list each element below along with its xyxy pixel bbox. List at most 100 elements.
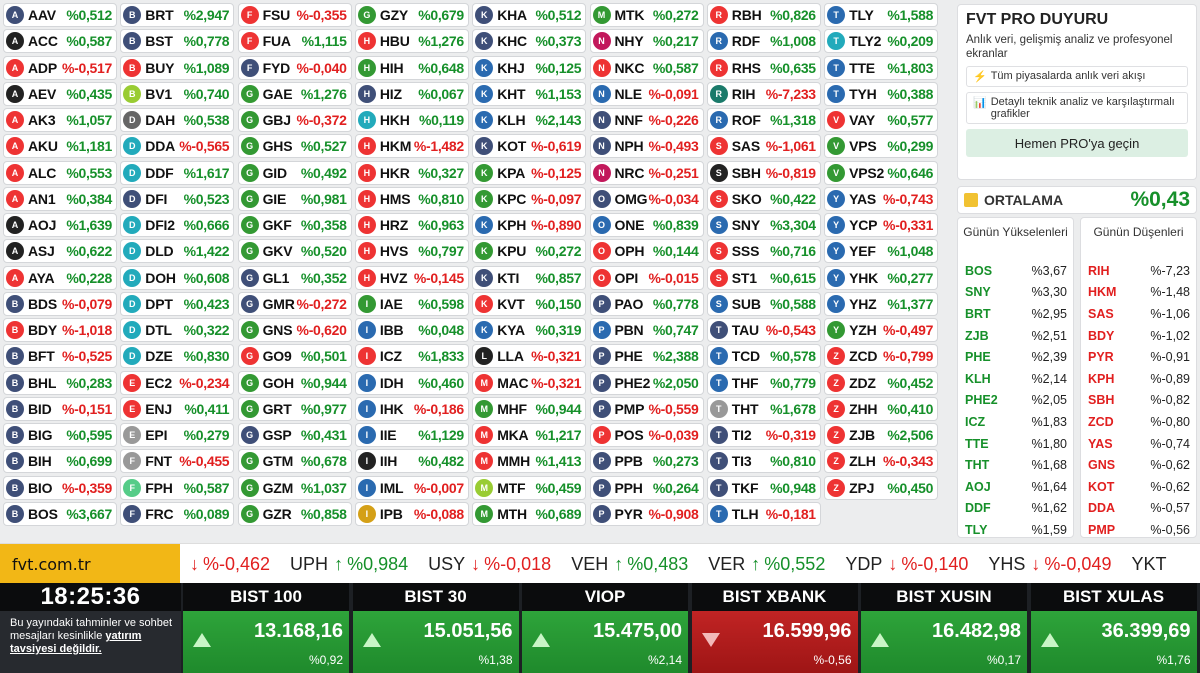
fund-cell-kpc[interactable]: K KPC %-0,097 — [472, 186, 587, 211]
fund-cell-ipb[interactable]: I IPB %-0,088 — [354, 501, 469, 526]
fund-cell-phe2[interactable]: P PHE2 %2,050 — [589, 370, 704, 395]
index-bist-30[interactable]: BIST 30 15.051,56 %1,38 — [352, 583, 519, 673]
fund-cell-ak3[interactable]: A AK3 %1,057 — [3, 108, 117, 132]
fund-cell-vay[interactable]: V VAY %0,577 — [824, 108, 939, 132]
fund-cell-ibb[interactable]: I IBB %0,048 — [354, 318, 469, 342]
fund-cell-yas[interactable]: Y YAS %-0,743 — [824, 186, 939, 211]
fund-cell-bft[interactable]: B BFT %-0,525 — [3, 344, 117, 369]
fund-cell-tcd[interactable]: T TCD %0,578 — [706, 344, 821, 369]
fund-cell-brt[interactable]: B BRT %2,947 — [120, 3, 235, 27]
fund-cell-gsp[interactable]: G GSP %0,431 — [237, 423, 352, 447]
fund-cell-gtm[interactable]: G GTM %0,678 — [237, 449, 352, 474]
fund-cell-aoj[interactable]: A AOJ %1,639 — [3, 213, 117, 237]
fund-cell-yhk[interactable]: Y YHK %0,277 — [824, 265, 939, 290]
fund-cell-gkv[interactable]: G GKV %0,520 — [237, 239, 352, 264]
fund-cell-zdz[interactable]: Z ZDZ %0,452 — [824, 370, 939, 395]
fund-cell-zjb[interactable]: Z ZJB %2,506 — [824, 423, 939, 447]
fund-cell-goh[interactable]: G GOH %0,944 — [237, 370, 352, 395]
index-viop[interactable]: VIOP 15.475,00 %2,14 — [522, 583, 688, 673]
fund-cell-aav[interactable]: A AAV %0,512 — [3, 3, 117, 27]
fund-cell-gmr[interactable]: G GMR %-0,272 — [237, 291, 352, 316]
mover-row[interactable]: YAS %-0,74 — [1081, 433, 1196, 455]
fund-cell-fnt[interactable]: F FNT %-0,455 — [120, 449, 235, 474]
fund-cell-yef[interactable]: Y YEF %1,048 — [824, 239, 939, 264]
fund-cell-fyd[interactable]: F FYD %-0,040 — [237, 55, 352, 80]
mover-row[interactable]: BDY %-1,02 — [1081, 325, 1196, 347]
fund-cell-gkf[interactable]: G GKF %0,358 — [237, 213, 352, 237]
fund-cell-sss[interactable]: S SSS %0,716 — [706, 239, 821, 264]
fund-cell-bio[interactable]: B BIO %-0,359 — [3, 475, 117, 500]
fund-cell-iml[interactable]: I IML %-0,007 — [354, 475, 469, 500]
mover-row[interactable]: PYR %-0,91 — [1081, 346, 1196, 368]
fund-cell-zlh[interactable]: Z ZLH %-0,343 — [824, 449, 939, 474]
fund-cell-gzy[interactable]: G GZY %0,679 — [354, 3, 469, 27]
fund-cell-hbu[interactable]: H HBU %1,276 — [354, 29, 469, 54]
mover-row[interactable]: SAS %-1,06 — [1081, 303, 1196, 325]
fund-cell-bih[interactable]: B BIH %0,699 — [3, 449, 117, 474]
mover-row[interactable]: ZJB %2,51 — [958, 325, 1073, 347]
fund-cell-vps[interactable]: V VPS %0,299 — [824, 134, 939, 159]
fund-cell-klh[interactable]: K KLH %2,143 — [472, 108, 587, 132]
fund-cell-nhy[interactable]: N NHY %0,217 — [589, 29, 704, 54]
fund-cell-bhl[interactable]: B BHL %0,283 — [3, 370, 117, 395]
fund-cell-tau[interactable]: T TAU %-0,543 — [706, 318, 821, 342]
fund-cell-nph[interactable]: N NPH %-0,493 — [589, 134, 704, 159]
fund-cell-pao[interactable]: P PAO %0,778 — [589, 291, 704, 316]
fund-cell-buy[interactable]: B BUY %1,089 — [120, 55, 235, 80]
fund-cell-fua[interactable]: F FUA %1,115 — [237, 29, 352, 54]
fund-cell-hvz[interactable]: H HVZ %-0,145 — [354, 265, 469, 290]
fund-cell-hih[interactable]: H HIH %0,648 — [354, 55, 469, 80]
fund-cell-bds[interactable]: B BDS %-0,079 — [3, 291, 117, 316]
fund-cell-dfi2[interactable]: D DFI2 %0,666 — [120, 213, 235, 237]
fund-cell-fph[interactable]: F FPH %0,587 — [120, 475, 235, 500]
fund-cell-ti2[interactable]: T TI2 %-0,319 — [706, 423, 821, 447]
fund-cell-sas[interactable]: S SAS %-1,061 — [706, 134, 821, 159]
fund-cell-gzr[interactable]: G GZR %0,858 — [237, 501, 352, 526]
fund-cell-ghs[interactable]: G GHS %0,527 — [237, 134, 352, 159]
fund-cell-hrz[interactable]: H HRZ %0,963 — [354, 213, 469, 237]
fund-cell-mtk[interactable]: M MTK %0,272 — [589, 3, 704, 27]
fund-cell-zcd[interactable]: Z ZCD %-0,799 — [824, 344, 939, 369]
fund-cell-rih[interactable]: R RIH %-7,233 — [706, 81, 821, 106]
fund-cell-grt[interactable]: G GRT %0,977 — [237, 396, 352, 421]
fund-cell-ddf[interactable]: D DDF %1,617 — [120, 160, 235, 185]
fund-cell-mac[interactable]: M MAC %-0,321 — [472, 370, 587, 395]
mover-row[interactable]: AOJ %1,64 — [958, 476, 1073, 498]
fund-cell-bdy[interactable]: B BDY %-1,018 — [3, 318, 117, 342]
fund-cell-kya[interactable]: K KYA %0,319 — [472, 318, 587, 342]
fund-cell-phe[interactable]: P PHE %2,388 — [589, 344, 704, 369]
fund-cell-gae[interactable]: G GAE %1,276 — [237, 81, 352, 106]
fund-cell-hkr[interactable]: H HKR %0,327 — [354, 160, 469, 185]
fund-cell-sub[interactable]: S SUB %0,588 — [706, 291, 821, 316]
mover-row[interactable]: KLH %2,14 — [958, 368, 1073, 390]
fund-cell-kpu[interactable]: K KPU %0,272 — [472, 239, 587, 264]
mover-row[interactable]: BOS %3,67 — [958, 260, 1073, 282]
fund-cell-hvs[interactable]: H HVS %0,797 — [354, 239, 469, 264]
fund-cell-rdf[interactable]: R RDF %1,008 — [706, 29, 821, 54]
fund-cell-nnf[interactable]: N NNF %-0,226 — [589, 108, 704, 132]
fund-cell-oph[interactable]: O OPH %0,144 — [589, 239, 704, 264]
fund-cell-bos[interactable]: B BOS %3,667 — [3, 501, 117, 526]
fund-cell-st1[interactable]: S ST1 %0,615 — [706, 265, 821, 290]
fund-cell-tte[interactable]: T TTE %1,803 — [824, 55, 939, 80]
fund-cell-pmp[interactable]: P PMP %-0,559 — [589, 396, 704, 421]
mover-row[interactable]: BRT %2,95 — [958, 303, 1073, 325]
fund-cell-doh[interactable]: D DOH %0,608 — [120, 265, 235, 290]
fund-cell-gie[interactable]: G GIE %0,981 — [237, 186, 352, 211]
fund-cell-tly[interactable]: T TLY %1,588 — [824, 3, 939, 27]
fund-cell-ec2[interactable]: E EC2 %-0,234 — [120, 370, 235, 395]
fund-cell-tht[interactable]: T THT %1,678 — [706, 396, 821, 421]
fund-cell-bv1[interactable]: B BV1 %0,740 — [120, 81, 235, 106]
fund-cell-kvt[interactable]: K KVT %0,150 — [472, 291, 587, 316]
fund-cell-gid[interactable]: G GID %0,492 — [237, 160, 352, 185]
fund-cell-pph[interactable]: P PPH %0,264 — [589, 475, 704, 500]
fund-cell-mtf[interactable]: M MTF %0,459 — [472, 475, 587, 500]
fund-cell-go9[interactable]: G GO9 %0,501 — [237, 344, 352, 369]
fund-cell-ti3[interactable]: T TI3 %0,810 — [706, 449, 821, 474]
fund-cell-dze[interactable]: D DZE %0,830 — [120, 344, 235, 369]
mover-row[interactable]: DDF %1,62 — [958, 498, 1073, 520]
fund-cell-gns[interactable]: G GNS %-0,620 — [237, 318, 352, 342]
mover-row[interactable]: THT %1,68 — [958, 454, 1073, 476]
fund-cell-hms[interactable]: H HMS %0,810 — [354, 186, 469, 211]
fund-cell-iie[interactable]: I IIE %1,129 — [354, 423, 469, 447]
